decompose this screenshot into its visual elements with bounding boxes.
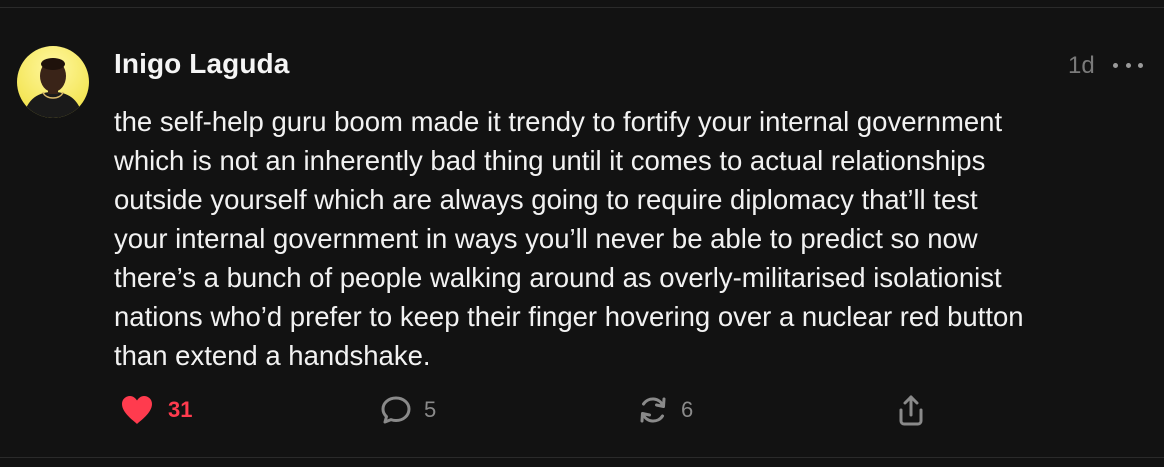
author-name[interactable]: Inigo Laguda	[114, 48, 289, 80]
post-timestamp: 1d	[1068, 52, 1095, 79]
repost-button[interactable]: 6	[637, 388, 693, 432]
reply-count: 5	[424, 397, 437, 422]
action-bar: 31 5 6	[0, 388, 1164, 432]
repost-count: 6	[681, 397, 694, 422]
like-button[interactable]: 31	[120, 388, 192, 432]
like-count: 31	[168, 397, 193, 422]
repost-icon	[640, 397, 666, 423]
avatar[interactable]	[17, 46, 89, 118]
heart-icon	[122, 396, 152, 424]
avatar-image	[17, 46, 89, 118]
share-icon	[899, 395, 923, 426]
reply-button[interactable]: 5	[380, 388, 436, 432]
post-text: the self-help guru boom made it trendy t…	[114, 106, 1024, 371]
share-button[interactable]	[896, 388, 926, 432]
post: Inigo Laguda 1d the self-help guru boom …	[0, 7, 1164, 458]
more-dots-icon[interactable]	[1113, 50, 1143, 80]
speech-bubble-icon	[381, 396, 411, 424]
